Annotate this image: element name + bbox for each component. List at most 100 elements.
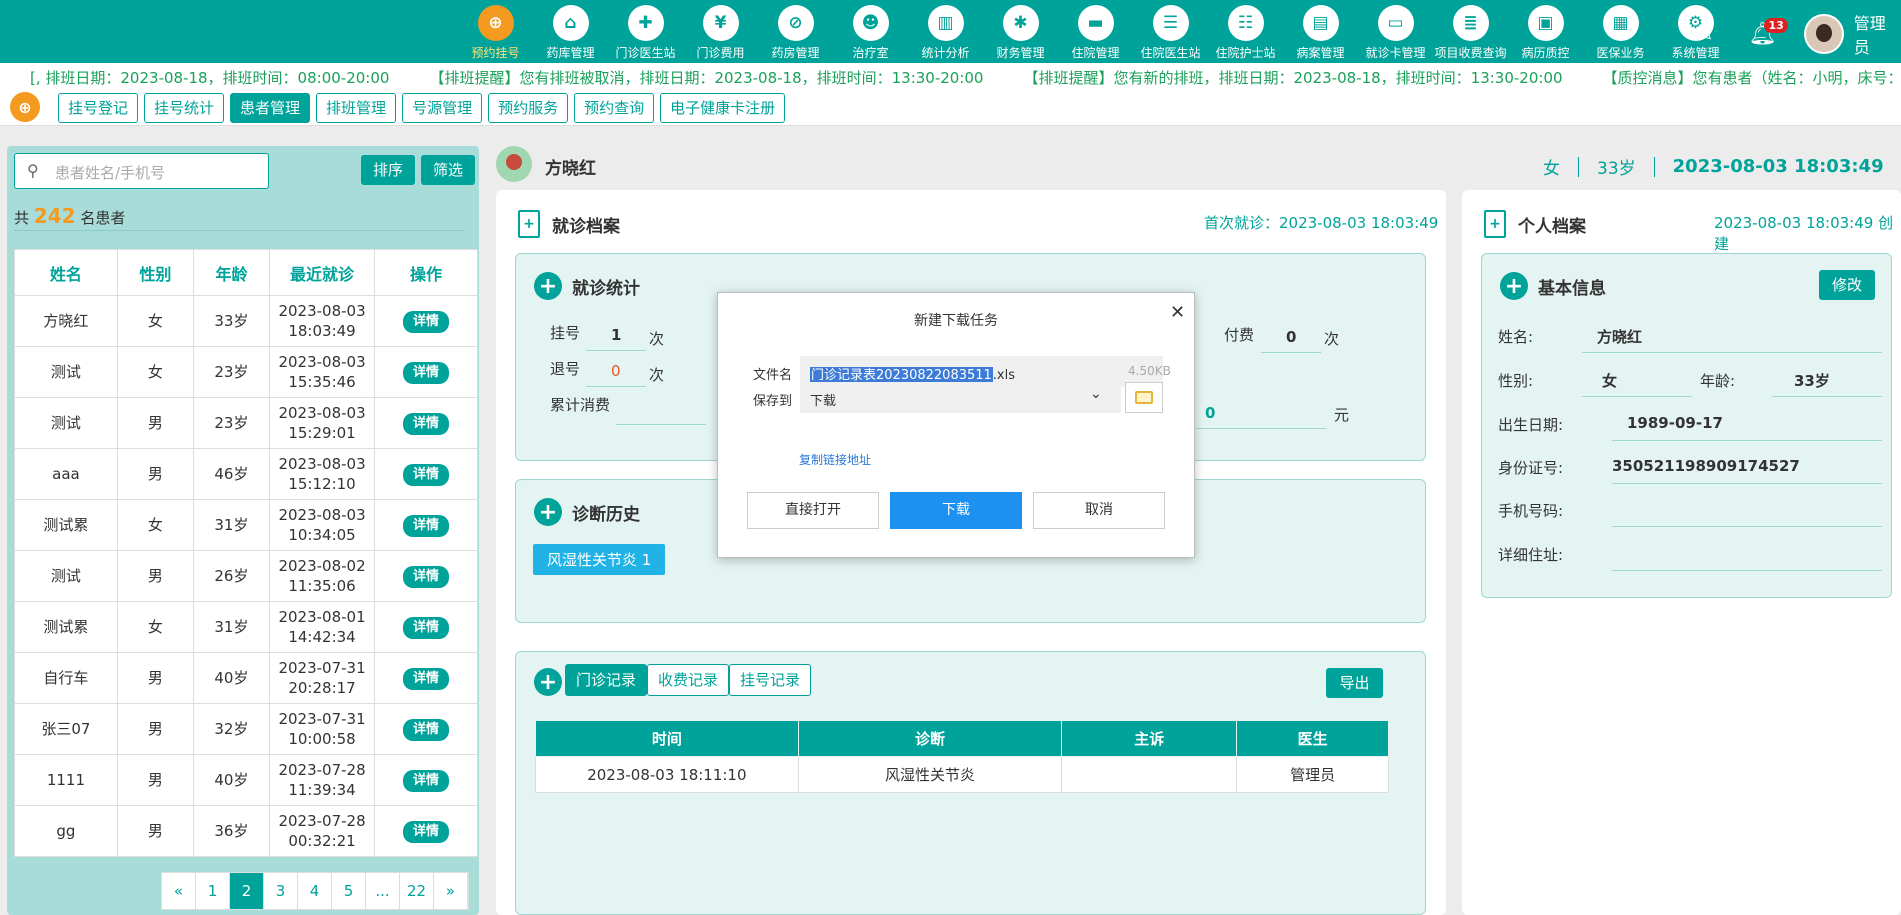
nav-item-receipt[interactable]: ≣ 项目收费查询 (1433, 5, 1508, 61)
last-visit-cell: 2023-07-31 20:28:17 (268, 652, 376, 704)
table-row[interactable]: gg 男 36岁 2023-07-28 00:32:21 详情 (14, 805, 478, 857)
subtab-5[interactable]: 预约服务 (488, 93, 569, 123)
copy-link[interactable]: 复制链接地址 (799, 451, 871, 468)
page-1[interactable]: 1 (196, 873, 230, 909)
subtab-7[interactable]: 电子健康卡注册 (660, 93, 786, 123)
table-row[interactable]: 自行车男 40岁 2023-07-31 20:28:17 详情 (14, 652, 478, 704)
nav-item-yen[interactable]: ¥ 门诊费用 (683, 5, 758, 61)
open-directly-button[interactable]: 直接打开 (747, 492, 879, 529)
last-visit-time: 14:42:34 (288, 628, 356, 646)
nav-item-calendar-plus[interactable]: ⊕ 预约挂号 (458, 5, 533, 61)
cancel-button[interactable]: 取消 (1033, 492, 1165, 529)
patient-name-cell: 张三07 (14, 703, 118, 755)
table-row[interactable]: aaa 男 46岁 2023-08-03 15:12:10 详情 (14, 448, 478, 500)
ticker-message: 【质控消息】您有患者（姓名：小明，床号：13） (1602, 69, 1901, 87)
action-cell: 详情 (374, 448, 478, 500)
close-icon[interactable]: ✕ (1170, 302, 1185, 323)
detail-button[interactable]: 详情 (403, 718, 450, 741)
nav-item-bed[interactable]: ▬ 住院管理 (1058, 5, 1133, 61)
page-22[interactable]: 22 (400, 873, 434, 909)
patient-age-cell: 23岁 (192, 397, 270, 449)
last-visit-time: 00:32:21 (288, 832, 356, 850)
last-visit-cell: 2023-07-28 00:32:21 (268, 805, 376, 857)
page-2[interactable]: 2 (230, 873, 264, 909)
nav-item-card[interactable]: ▭ 就诊卡管理 (1358, 5, 1433, 61)
saveto-select[interactable]: 下载 ⌄ (800, 382, 1121, 413)
folder-icon[interactable] (1125, 382, 1163, 413)
nav-item-doctor-card[interactable]: ☰ 住院医生站 (1133, 5, 1208, 61)
nav-item-record[interactable]: ▣ 病历质控 (1508, 5, 1583, 61)
subtab-2[interactable]: 患者管理 (230, 93, 311, 123)
subtab-0[interactable]: 挂号登记 (58, 93, 139, 123)
id-label: 身份证号: (1498, 459, 1564, 477)
subtab-1[interactable]: 挂号统计 (144, 93, 225, 123)
action-cell: 详情 (374, 754, 478, 806)
id-value: 350521198909174527 (1612, 457, 1800, 475)
filter-button[interactable]: 筛选 (421, 155, 475, 185)
page-next[interactable]: » (434, 873, 468, 909)
page-ellipsis[interactable]: ... (366, 873, 400, 909)
page-3[interactable]: 3 (264, 873, 298, 909)
diagnosis-chip[interactable]: 风湿性关节炎 1 (533, 544, 666, 575)
underline (1261, 352, 1321, 353)
refund-label: 退号 (550, 360, 581, 378)
subtab-3[interactable]: 排班管理 (316, 93, 397, 123)
nav-item-chart[interactable]: ▥ 统计分析 (908, 5, 983, 61)
detail-button[interactable]: 详情 (403, 361, 450, 384)
subtab-4[interactable]: 号源管理 (402, 93, 483, 123)
column-header: 性别 (116, 249, 194, 296)
table-row[interactable]: 方晓红女 33岁 2023-08-03 18:03:49 详情 (14, 295, 478, 347)
nav-item-nurse-card[interactable]: ☷ 住院护士站 (1208, 5, 1283, 61)
record-tab-0[interactable]: 门诊记录 (565, 664, 648, 696)
last-visit-time: 15:35:46 (288, 373, 356, 391)
table-row[interactable]: 2023-08-03 18:11:10 风湿性关节炎 管理员 (535, 756, 1389, 793)
table-row[interactable]: 测试累女 31岁 2023-08-01 14:42:34 详情 (14, 601, 478, 653)
download-button[interactable]: 下载 (890, 492, 1022, 529)
nav-item-gear-money[interactable]: ✱ 财务管理 (983, 5, 1058, 61)
detail-button[interactable]: 详情 (403, 820, 450, 843)
patient-search-input[interactable]: ⚲ 患者姓名/手机号 (14, 153, 269, 189)
patient-name-cell: 测试 (14, 550, 118, 602)
record-tab-2[interactable]: 挂号记录 (729, 664, 812, 696)
patient-age-cell: 40岁 (192, 652, 270, 704)
table-row[interactable]: 1111 男 40岁 2023-07-28 11:39:34 详情 (14, 754, 478, 806)
user-avatar[interactable] (1804, 14, 1844, 54)
patient-age-cell: 40岁 (192, 754, 270, 806)
detail-button[interactable]: 详情 (403, 310, 450, 333)
detail-button[interactable]: 详情 (403, 463, 450, 486)
nav-item-insurance[interactable]: ▦ 医保业务 (1583, 5, 1658, 61)
page-4[interactable]: 4 (298, 873, 332, 909)
sort-button[interactable]: 排序 (361, 155, 415, 185)
last-visit-time: 15:12:10 (288, 475, 356, 493)
nav-label: 药房管理 (771, 46, 820, 60)
page-prev[interactable]: « (162, 873, 196, 909)
bell-icon[interactable]: 🔔︎ 13 (1748, 17, 1788, 47)
saveto-label: 保存到 (753, 394, 793, 409)
nav-item-doctor[interactable]: ✚ 门诊医生站 (608, 5, 683, 61)
table-row[interactable]: 测试男 26岁 2023-08-02 11:35:06 详情 (14, 550, 478, 602)
detail-button[interactable]: 详情 (403, 514, 450, 537)
user-name[interactable]: 管理员 (1854, 10, 1901, 58)
edit-button[interactable]: 修改 (1819, 270, 1875, 300)
detail-button[interactable]: 详情 (403, 616, 450, 639)
last-visit-cell: 2023-08-02 11:35:06 (268, 550, 376, 602)
underline (586, 350, 646, 351)
record-tab-1[interactable]: 收费记录 (647, 664, 730, 696)
pen-icon[interactable]: ✎ (1695, 22, 1713, 47)
table-row[interactable]: 张三07 男 32岁 2023-07-31 10:00:58 详情 (14, 703, 478, 755)
detail-button[interactable]: 详情 (403, 769, 450, 792)
nav-item-folder[interactable]: ▤ 病案管理 (1283, 5, 1358, 61)
nav-item-nurse[interactable]: ☻ 治疗室 (833, 5, 908, 61)
profile-card-title: + 个人档案 (1484, 210, 1586, 238)
detail-button[interactable]: 详情 (403, 565, 450, 588)
detail-button[interactable]: 详情 (403, 412, 450, 435)
table-row[interactable]: 测试男 23岁 2023-08-03 15:29:01 详情 (14, 397, 478, 449)
page-5[interactable]: 5 (332, 873, 366, 909)
nav-item-pill[interactable]: ⊘ 药房管理 (758, 5, 833, 61)
detail-button[interactable]: 详情 (403, 667, 450, 690)
export-button[interactable]: 导出 (1326, 668, 1383, 698)
subtab-6[interactable]: 预约查询 (574, 93, 655, 123)
table-row[interactable]: 测试累女 31岁 2023-08-03 10:34:05 详情 (14, 499, 478, 551)
table-row[interactable]: 测试女 23岁 2023-08-03 15:35:46 详情 (14, 346, 478, 398)
nav-item-warehouse[interactable]: ⌂ 药库管理 (533, 5, 608, 61)
